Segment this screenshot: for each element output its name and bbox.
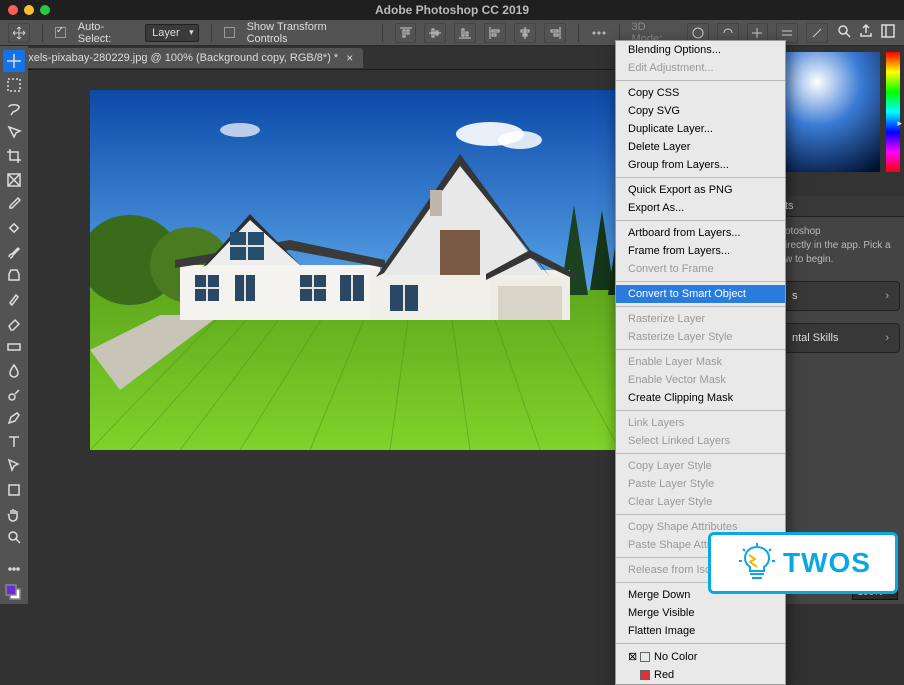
type-tool[interactable] (3, 431, 25, 453)
zoom-window-button[interactable] (40, 5, 50, 15)
share-icon[interactable] (858, 23, 874, 42)
minimize-window-button[interactable] (24, 5, 34, 15)
color-field[interactable] (783, 52, 880, 172)
eraser-tool[interactable] (3, 312, 25, 334)
menu-item[interactable]: Group from Layers... (616, 156, 785, 174)
align-bottom-icon[interactable] (454, 23, 476, 43)
menu-item[interactable]: Duplicate Layer... (616, 120, 785, 138)
menu-item[interactable]: Create Clipping Mask (616, 389, 785, 407)
move-tool[interactable] (3, 50, 25, 72)
hand-tool[interactable] (3, 503, 25, 525)
tutorial-card-1[interactable]: s› (781, 281, 900, 311)
titlebar: Adobe Photoshop CC 2019 (0, 0, 904, 20)
menu-item: Convert to Frame (616, 260, 785, 278)
zoom-tool[interactable] (3, 527, 25, 549)
healing-tool[interactable] (3, 217, 25, 239)
menu-item[interactable]: Convert to Smart Object (616, 285, 785, 303)
crop-tool[interactable] (3, 145, 25, 167)
right-panels: ▸ ts otoshop irectly in the app. Pick a … (776, 46, 904, 604)
align-right-icon[interactable] (544, 23, 566, 43)
menu-item[interactable]: Copy CSS (616, 84, 785, 102)
menu-item[interactable]: Flatten Image (616, 622, 785, 640)
menu-item[interactable]: Copy SVG (616, 102, 785, 120)
lightbulb-icon (735, 541, 779, 585)
chevron-right-icon: › (885, 290, 889, 302)
close-window-button[interactable] (8, 5, 18, 15)
document-canvas[interactable] (90, 90, 620, 450)
menu-item: Enable Layer Mask (616, 353, 785, 371)
chevron-right-icon: › (885, 332, 889, 344)
align-vcenter-icon[interactable] (424, 23, 446, 43)
tools-panel (0, 46, 28, 604)
hue-slider[interactable] (886, 52, 900, 172)
menu-item: Clear Layer Style (616, 493, 785, 511)
menu-item: Link Layers (616, 414, 785, 432)
lasso-tool[interactable] (3, 98, 25, 120)
marquee-tool[interactable] (3, 74, 25, 96)
gradient-tool[interactable] (3, 336, 25, 358)
document-tab[interactable]: pexels-pixabay-280229.jpg @ 100% (Backgr… (6, 48, 363, 68)
eyedropper-tool[interactable] (3, 193, 25, 215)
menu-item: Select Linked Layers (616, 432, 785, 450)
tutorial-card-2[interactable]: ntal Skills› (781, 323, 900, 353)
foreground-background-swatch[interactable] (3, 582, 25, 604)
blur-tool[interactable] (3, 360, 25, 382)
hue-slider-thumb-icon[interactable]: ▸ (897, 118, 902, 129)
menu-item: Rasterize Layer Style (616, 328, 785, 346)
color-panel[interactable]: ▸ (777, 46, 904, 196)
learn-tab[interactable]: ts (777, 196, 904, 217)
menu-item[interactable]: Red (616, 666, 785, 684)
app-title: Adobe Photoshop CC 2019 (375, 3, 529, 17)
align-top-icon[interactable] (395, 23, 417, 43)
show-transform-checkbox[interactable] (224, 27, 235, 38)
menu-item[interactable]: Artboard from Layers... (616, 224, 785, 242)
quick-select-tool[interactable] (3, 121, 25, 143)
menu-item: Copy Layer Style (616, 457, 785, 475)
show-transform-label: Show Transform Controls (247, 21, 370, 45)
menu-item: Edit Adjustment... (616, 59, 785, 77)
clone-tool[interactable] (3, 264, 25, 286)
close-tab-icon[interactable]: × (346, 51, 353, 65)
auto-select-label: Auto-Select: (78, 21, 137, 45)
workspace-icon[interactable] (880, 23, 896, 42)
menu-item[interactable]: Merge Visible (616, 604, 785, 622)
align-hcenter-icon[interactable] (514, 23, 536, 43)
pen-tool[interactable] (3, 407, 25, 429)
menu-item[interactable]: Delete Layer (616, 138, 785, 156)
menu-item: Enable Vector Mask (616, 371, 785, 389)
watermark-logo: TWOS (708, 532, 898, 594)
window-controls (0, 5, 50, 15)
canvas-image (90, 90, 620, 450)
mode3d-zoom-icon (806, 23, 828, 43)
menu-item: Paste Layer Style (616, 475, 785, 493)
auto-select-dropdown[interactable]: Layer (145, 24, 199, 42)
history-brush-tool[interactable] (3, 288, 25, 310)
brush-tool[interactable] (3, 241, 25, 263)
move-tool-icon[interactable] (8, 23, 30, 43)
menu-item[interactable]: Quick Export as PNG (616, 181, 785, 199)
learn-panel-text: otoshop irectly in the app. Pick a w to … (777, 217, 904, 275)
menu-item[interactable]: Export As... (616, 199, 785, 217)
shape-tool[interactable] (3, 479, 25, 501)
align-left-icon[interactable] (484, 23, 506, 43)
menu-item[interactable]: Frame from Layers... (616, 242, 785, 260)
frame-tool[interactable] (3, 169, 25, 191)
edit-toolbar-icon[interactable] (3, 558, 25, 580)
search-icon[interactable] (836, 23, 852, 42)
dodge-tool[interactable] (3, 384, 25, 406)
document-tab-label: pexels-pixabay-280229.jpg @ 100% (Backgr… (16, 52, 338, 64)
more-align-icon[interactable] (591, 25, 607, 41)
menu-item[interactable]: Blending Options... (616, 41, 785, 59)
menu-item: Rasterize Layer (616, 310, 785, 328)
menu-item[interactable]: ⊠No Color (616, 647, 785, 666)
auto-select-checkbox[interactable] (55, 27, 66, 38)
path-select-tool[interactable] (3, 455, 25, 477)
watermark-text: TWOS (783, 547, 871, 579)
